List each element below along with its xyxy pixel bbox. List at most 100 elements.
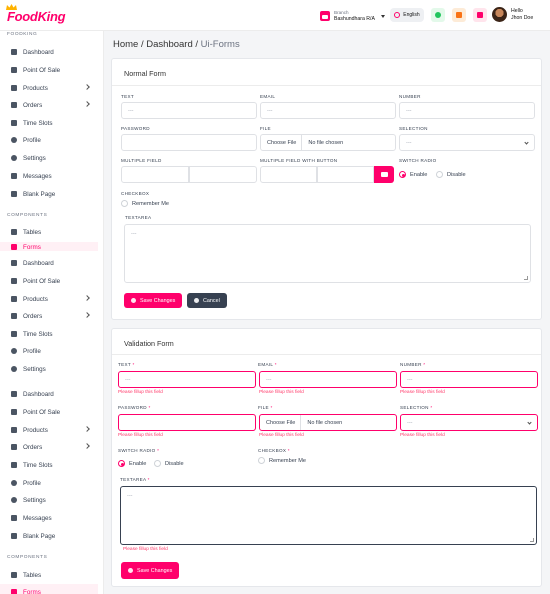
radio-disable[interactable]: Disable — [436, 171, 466, 178]
user-menu[interactable]: Hello Jhon Doe — [492, 7, 533, 22]
sidebar-item-profile[interactable]: Profile — [0, 343, 98, 359]
sidebar-item-products[interactable]: Products — [0, 422, 98, 438]
save-changes-button[interactable]: Save Changes — [124, 293, 183, 308]
sidebar-item-dashboard[interactable]: Dashboard — [0, 255, 98, 271]
sidebar-item-settings[interactable]: Settings — [0, 361, 98, 377]
sidebar-item-profile[interactable]: Profile — [0, 475, 98, 491]
selection-select[interactable]: --- — [399, 134, 535, 151]
sidebar-item-settings[interactable]: Settings — [0, 492, 98, 508]
sidebar-item-settings[interactable]: Settings — [0, 150, 98, 166]
tag-icon — [11, 409, 17, 415]
sidebar-item-orders[interactable]: Orders — [0, 308, 98, 324]
password-input[interactable] — [118, 414, 256, 431]
sidebar-item-pos[interactable]: Point Of Sale — [0, 404, 98, 420]
resize-handle[interactable] — [530, 538, 534, 542]
textarea[interactable]: --- — [120, 486, 537, 545]
choose-file-button[interactable]: Choose File — [267, 135, 303, 150]
branch-selector[interactable]: Branch Bashundhara R/A — [320, 9, 385, 23]
cart-icon — [11, 102, 17, 108]
resize-handle[interactable] — [524, 276, 528, 280]
sidebar-item-forms[interactable]: Forms — [0, 242, 98, 251]
radio-enable[interactable]: Enable — [118, 460, 146, 467]
top-bar: FoodKing Branch Bashundhara R/A English … — [0, 0, 550, 31]
radio-disable[interactable]: Disable — [154, 460, 184, 467]
chart-icon — [477, 12, 483, 18]
remember-checkbox[interactable]: Remember Me — [121, 200, 169, 207]
sidebar-item-time-slots[interactable]: Time Slots — [0, 326, 98, 342]
store-icon — [320, 11, 330, 21]
checkbox-text: Remember Me — [269, 457, 306, 464]
textarea[interactable]: --- — [124, 224, 531, 283]
password-input[interactable] — [121, 134, 257, 151]
radio-dot — [399, 171, 406, 178]
sidebar-item-products[interactable]: Products — [0, 291, 98, 307]
multiple-field-input-2[interactable] — [189, 166, 257, 183]
sidebar-item-products[interactable]: Products — [0, 80, 98, 96]
sidebar-item-pos[interactable]: Point Of Sale — [0, 62, 98, 78]
sidebar-item-messages[interactable]: Messages — [0, 510, 98, 526]
table-icon — [11, 229, 17, 235]
radio-label: Enable — [410, 171, 428, 178]
sidebar-item-orders[interactable]: Orders — [0, 97, 98, 113]
add-on-button[interactable] — [374, 166, 394, 183]
password-label: PASSWORD * — [118, 405, 151, 410]
whatsapp-button[interactable] — [431, 8, 445, 22]
label-text: NUMBER — [400, 362, 422, 367]
sidebar-item-profile[interactable]: Profile — [0, 132, 98, 148]
sidebar-item-tables[interactable]: Tables — [0, 224, 98, 240]
sidebar-item-label: Orders — [23, 443, 43, 451]
email-label: EMAIL — [260, 94, 276, 99]
language-selector[interactable]: English — [390, 8, 424, 22]
brand-logo[interactable]: FoodKing — [7, 9, 66, 24]
gear-icon — [11, 366, 17, 372]
sidebar-item-pos[interactable]: Point Of Sale — [0, 273, 98, 289]
remember-checkbox[interactable]: Remember Me — [258, 457, 306, 464]
check-circle-icon — [128, 568, 133, 573]
chevron-right-icon — [84, 101, 90, 107]
sidebar-item-forms[interactable]: Forms — [0, 584, 98, 594]
stats-button[interactable] — [473, 8, 487, 22]
text-input[interactable]: --- — [121, 102, 257, 119]
user-name: Jhon Doe — [511, 14, 534, 21]
book-icon — [11, 533, 17, 539]
breadcrumb-home[interactable]: Home — [113, 39, 138, 50]
choose-file-button[interactable]: Choose File — [266, 415, 302, 430]
number-input[interactable]: --- — [399, 102, 535, 119]
email-input[interactable]: --- — [259, 371, 397, 388]
sidebar-item-blank-page[interactable]: Blank Page — [0, 186, 98, 202]
sidebar-item-tables[interactable]: Tables — [0, 567, 98, 583]
radio-enable[interactable]: Enable — [399, 171, 427, 178]
selection-value: --- — [407, 419, 413, 426]
number-label: NUMBER — [399, 94, 421, 99]
sidebar-item-orders[interactable]: Orders — [0, 439, 98, 455]
multiple-field-button-input-1[interactable] — [260, 166, 317, 183]
sidebar-item-time-slots[interactable]: Time Slots — [0, 115, 98, 131]
sidebar-item-blank-page[interactable]: Blank Page — [0, 528, 98, 544]
sidebar-item-label: Dashboard — [23, 390, 54, 398]
breadcrumb-dashboard[interactable]: Dashboard — [146, 39, 192, 50]
clock-icon — [11, 462, 17, 468]
save-changes-button[interactable]: Save Changes — [121, 562, 180, 579]
multiple-field-button-input-2[interactable] — [317, 166, 374, 183]
chevron-right-icon — [84, 84, 90, 90]
sidebar-item-messages[interactable]: Messages — [0, 168, 98, 184]
file-input[interactable]: Choose File No file chosen — [260, 134, 396, 151]
multiple-field-input-1[interactable] — [121, 166, 189, 183]
chevron-down-icon — [524, 140, 529, 145]
file-input[interactable]: Choose File No file chosen — [259, 414, 397, 431]
label-text: TEXT — [118, 362, 131, 367]
number-input[interactable]: --- — [400, 371, 538, 388]
selection-select[interactable]: --- — [400, 414, 538, 431]
cancel-button[interactable]: Cancel — [187, 293, 227, 308]
pos-button[interactable] — [452, 8, 466, 22]
cart-icon — [11, 427, 17, 433]
tag-icon — [11, 67, 17, 73]
radio-dot — [154, 460, 161, 467]
sidebar-item-time-slots[interactable]: Time Slots — [0, 457, 98, 473]
email-input[interactable]: --- — [260, 102, 396, 119]
sidebar-section-components: COMPONENTS — [7, 555, 48, 560]
file-name: No file chosen — [307, 419, 343, 426]
sidebar-item-dashboard[interactable]: Dashboard — [0, 386, 98, 402]
text-input[interactable]: --- — [118, 371, 256, 388]
sidebar-item-dashboard[interactable]: Dashboard — [0, 44, 98, 60]
